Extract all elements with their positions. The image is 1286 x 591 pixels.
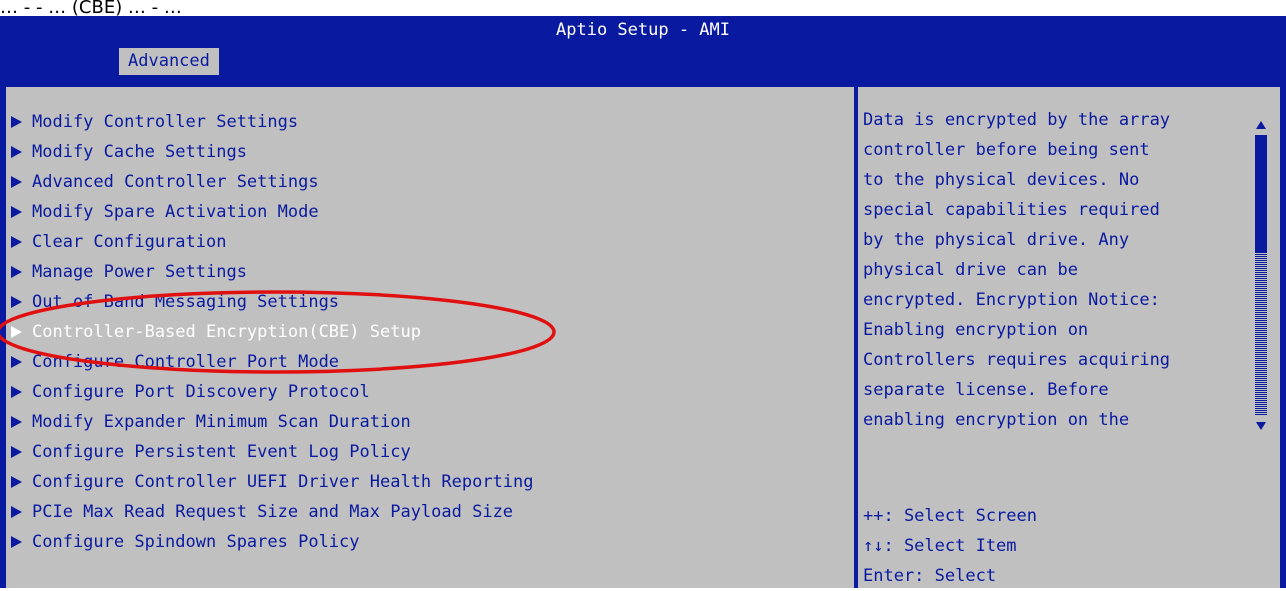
submenu-arrow-icon (11, 266, 22, 278)
menu-item-configure-uefi-driver-health-reporting[interactable]: Configure Controller UEFI Driver Health … (6, 467, 534, 497)
menu-item-modify-expander-minimum-scan-duration[interactable]: Modify Expander Minimum Scan Duration (6, 407, 411, 437)
menu-item-label: Manage Power Settings (32, 262, 247, 282)
help-line: Enabling encryption on (863, 320, 1089, 340)
key-help-select-screen: ++: Select Screen (863, 506, 1037, 526)
tab-advanced[interactable]: Advanced (119, 48, 219, 75)
menu-item-label: Controller-Based Encryption(CBE) Setup (32, 322, 421, 342)
submenu-arrow-icon (11, 416, 22, 428)
help-line: Data is encrypted by the array (863, 110, 1171, 130)
menu-item-label: Modify Spare Activation Mode (32, 202, 319, 222)
help-line: physical drive can be (863, 260, 1078, 280)
menu-item-label: Clear Configuration (32, 232, 227, 252)
scrollbar-thumb[interactable] (1255, 135, 1267, 253)
menu-item-modify-controller-settings[interactable]: Modify Controller Settings (6, 107, 298, 137)
help-line: separate license. Before (863, 380, 1109, 400)
help-line: by the physical drive. Any (863, 230, 1130, 250)
menu-item-advanced-controller-settings[interactable]: Advanced Controller Settings (6, 167, 319, 197)
submenu-arrow-icon (11, 296, 22, 308)
window-title: Aptio Setup - AMI (556, 20, 730, 40)
menu-item-modify-cache-settings[interactable]: Modify Cache Settings (6, 137, 247, 167)
submenu-arrow-icon (11, 236, 22, 248)
menu-item-label: Modify Expander Minimum Scan Duration (32, 412, 411, 432)
submenu-arrow-icon (11, 446, 22, 458)
caption-line: … ‑ ‑ … (CBE) … ‑ … (0, 0, 182, 16)
key-help-enter-select: Enter: Select (863, 566, 997, 586)
menu-item-configure-controller-port-mode[interactable]: Configure Controller Port Mode (6, 347, 339, 377)
menu-item-label: Modify Cache Settings (32, 142, 247, 162)
menu-item-out-of-band-messaging-settings[interactable]: Out of Band Messaging Settings (6, 287, 339, 317)
submenu-arrow-icon (11, 356, 22, 368)
help-description: Data is encrypted by the array controlle… (863, 105, 1243, 435)
submenu-arrow-icon (11, 506, 22, 518)
menu-item-controller-based-encryption-setup[interactable]: Controller-Based Encryption(CBE) Setup (6, 317, 421, 347)
help-line: encrypted. Encryption Notice: (863, 290, 1160, 310)
help-line: controller before being sent (863, 140, 1150, 160)
submenu-arrow-icon (11, 146, 22, 158)
header-bar: Aptio Setup - AMI Advanced (0, 16, 1286, 75)
menu-item-modify-spare-activation-mode[interactable]: Modify Spare Activation Mode (6, 197, 319, 227)
caption-text: … ‑ ‑ … (CBE) … ‑ … (0, 0, 1286, 16)
submenu-arrow-icon (11, 176, 22, 188)
submenu-arrow-icon (11, 536, 22, 548)
menu-item-label: Configure Controller UEFI Driver Health … (32, 472, 534, 492)
help-line: special capabilities required (863, 200, 1160, 220)
menu-item-label: Configure Controller Port Mode (32, 352, 340, 372)
key-help-select-item: ↑↓: Select Item (863, 536, 1017, 556)
menu-item-label: Advanced Controller Settings (32, 172, 319, 192)
scroll-up-arrow-icon[interactable] (1256, 121, 1266, 129)
menu-panel: Modify Controller Settings Modify Cache … (6, 87, 854, 588)
menu-item-label: Configure Spindown Spares Policy (32, 532, 360, 552)
help-panel: Data is encrypted by the array controlle… (858, 87, 1280, 588)
menu-item-label: PCIe Max Read Request Size and Max Paylo… (32, 502, 514, 522)
menu-item-clear-configuration[interactable]: Clear Configuration (6, 227, 226, 257)
scroll-down-arrow-icon[interactable] (1256, 422, 1266, 430)
key-help: ++: Select Screen ↑↓: Select Item Enter:… (863, 501, 1263, 591)
help-line: to the physical devices. No (863, 170, 1140, 190)
submenu-arrow-icon (11, 116, 22, 128)
menu-item-configure-spindown-spares-policy[interactable]: Configure Spindown Spares Policy (6, 527, 360, 557)
menu-item-configure-port-discovery-protocol[interactable]: Configure Port Discovery Protocol (6, 377, 370, 407)
menu-item-label: Modify Controller Settings (32, 112, 299, 132)
menu-item-label: Configure Port Discovery Protocol (32, 382, 370, 402)
submenu-arrow-icon (11, 476, 22, 488)
menu-item-label: Configure Persistent Event Log Policy (32, 442, 411, 462)
submenu-arrow-icon (11, 386, 22, 398)
menu-item-manage-power-settings[interactable]: Manage Power Settings (6, 257, 247, 287)
submenu-arrow-icon (11, 206, 22, 218)
help-line: enabling encryption on the (863, 410, 1130, 430)
menu-item-configure-persistent-event-log-policy[interactable]: Configure Persistent Event Log Policy (6, 437, 411, 467)
submenu-arrow-icon (11, 326, 22, 338)
help-line: Controllers requires acquiring (863, 350, 1171, 370)
menu-item-pcie-max-read-request-size[interactable]: PCIe Max Read Request Size and Max Paylo… (6, 497, 513, 527)
menu-item-label: Out of Band Messaging Settings (32, 292, 340, 312)
